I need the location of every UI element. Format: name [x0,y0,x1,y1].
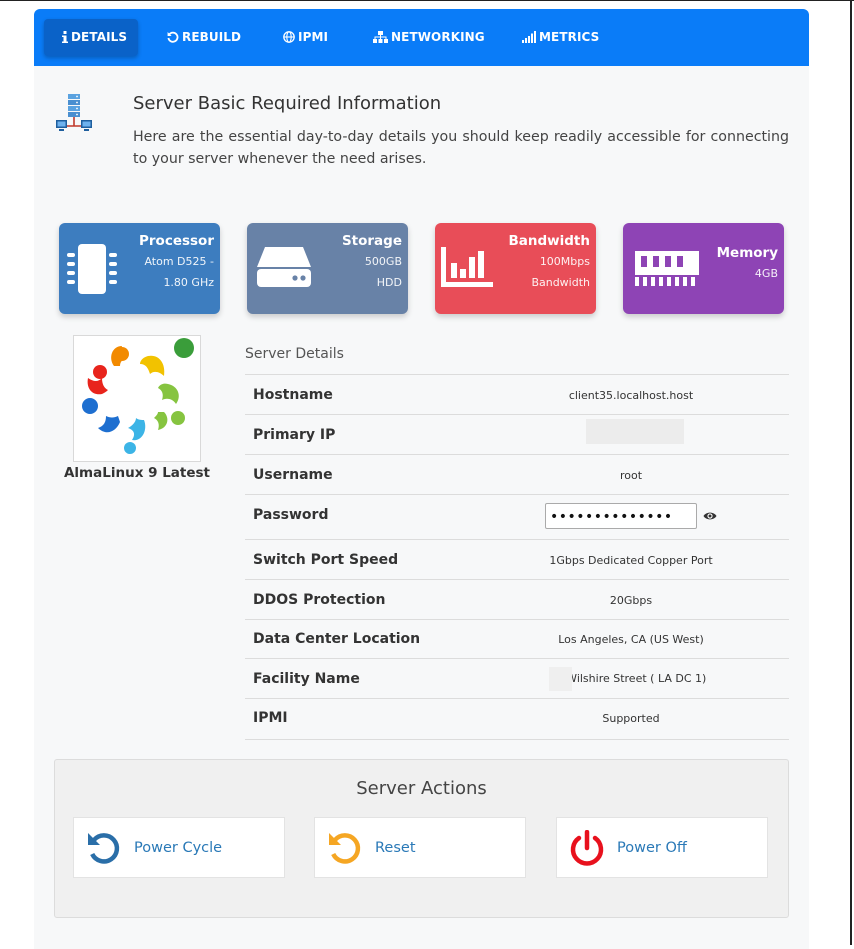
primary-ip-label: Primary IP [253,427,336,443]
processor-model: Atom D525 - [144,255,214,268]
facility-name-label: Facility Name [253,671,360,687]
chip-icon [67,244,117,294]
power-cycle-button[interactable]: Power Cycle [73,817,285,878]
detail-row-hostname: Hostname client35.localhost.host [245,374,789,415]
signal-bars-icon [522,31,536,43]
memory-card: Memory 4GB [623,223,784,314]
tab-metrics[interactable]: METRICS [522,19,599,56]
data-center-location-label: Data Center Location [253,631,421,647]
tab-networking-label: NETWORKING [391,30,485,44]
primary-ip-value [586,419,684,444]
almalinux-logo [82,338,194,454]
detail-row-switch-port-speed: Switch Port Speed 1Gbps Dedicated Copper… [245,539,789,580]
tab-bar: DETAILS REBUILD IPMI NETWORKING METRICS [34,9,809,66]
reset-icon [329,833,361,864]
intro-description: Here are the essential day-to-day detail… [133,129,789,167]
hostname-label: Hostname [253,387,333,403]
power-cycle-label: Power Cycle [134,840,223,856]
bandwidth-speed: 100Mbps [539,255,590,268]
ddos-protection-label: DDOS Protection [253,592,386,608]
processor-title: Processor [139,233,214,249]
storage-title: Storage [341,233,402,249]
server-details-panel: DETAILS REBUILD IPMI NETWORKING METRICS … [34,9,809,949]
password-field[interactable]: •••••••••••••• [545,503,697,529]
reset-button[interactable]: Reset [314,817,526,878]
storage-card: Storage 500GB HDD [247,223,408,314]
rebuild-icon [167,31,179,43]
facility-redaction [549,667,572,691]
ddos-protection-value: 20Gbps [609,594,653,607]
power-off-button[interactable]: Power Off [556,817,768,878]
processor-card: Processor Atom D525 - 1.80 GHz [59,223,220,314]
tab-details-label: DETAILS [71,30,128,44]
server-actions-panel: Server Actions Power Cycle Reset Power O… [54,759,789,918]
hostname-value: client35.localhost.host [568,389,694,402]
info-icon [62,31,68,43]
bandwidth-card: Bandwidth 100Mbps Bandwidth [435,223,596,314]
detail-row-ipmi: IPMI Supported [245,698,789,740]
switch-port-speed-value: 1Gbps Dedicated Copper Port [549,554,713,567]
data-center-location-value: Los Angeles, CA (US West) [558,633,704,646]
server-details-title: Server Details [245,346,344,362]
tab-networking[interactable]: NETWORKING [373,19,485,56]
tab-rebuild-label: REBUILD [182,30,242,44]
bar-chart-icon [441,247,493,287]
username-value: root [619,469,643,482]
ipmi-value: Supported [602,712,660,725]
network-icon [373,31,388,43]
processor-speed: 1.80 GHz [163,276,214,289]
switch-port-speed-label: Switch Port Speed [253,552,399,568]
bandwidth-label: Bandwidth [531,276,590,289]
eye-icon[interactable] [703,511,717,521]
detail-row-ddos-protection: DDOS Protection 20Gbps [245,579,789,620]
memory-icon [635,251,699,286]
ipmi-label: IPMI [253,710,288,726]
power-cycle-icon [88,833,120,864]
detail-row-facility-name: Facility Name 0 Wilshire Street ( LA DC … [245,658,789,699]
memory-title: Memory [716,245,778,261]
detail-row-password: Password •••••••••••••• [245,494,789,540]
bandwidth-title: Bandwidth [508,233,590,249]
server-network-icon [56,94,92,131]
os-name: AlmaLinux 9 Latest [63,465,210,481]
username-label: Username [253,467,333,483]
reset-label: Reset [375,840,416,856]
memory-size: 4GB [754,267,778,280]
tab-details[interactable]: DETAILS [44,19,138,56]
intro-title: Server Basic Required Information [133,93,442,114]
storage-size: 500GB [364,255,402,268]
detail-row-username: Username root [245,454,789,495]
window-right-border [850,0,852,945]
tab-rebuild[interactable]: REBUILD [167,19,241,56]
power-off-icon [570,830,604,866]
os-logo-box [73,335,201,462]
window-top-border [0,0,854,1]
server-actions-title: Server Actions [356,778,487,799]
password-label: Password [253,507,329,523]
tab-metrics-label: METRICS [539,30,600,44]
storage-type: HDD [376,276,402,289]
globe-icon [283,31,295,43]
power-off-label: Power Off [617,840,687,856]
detail-row-primary-ip: Primary IP [245,414,789,455]
tab-ipmi[interactable]: IPMI [283,19,328,56]
hard-drive-icon [257,247,311,287]
detail-row-data-center-location: Data Center Location Los Angeles, CA (US… [245,619,789,659]
tab-ipmi-label: IPMI [298,30,329,44]
